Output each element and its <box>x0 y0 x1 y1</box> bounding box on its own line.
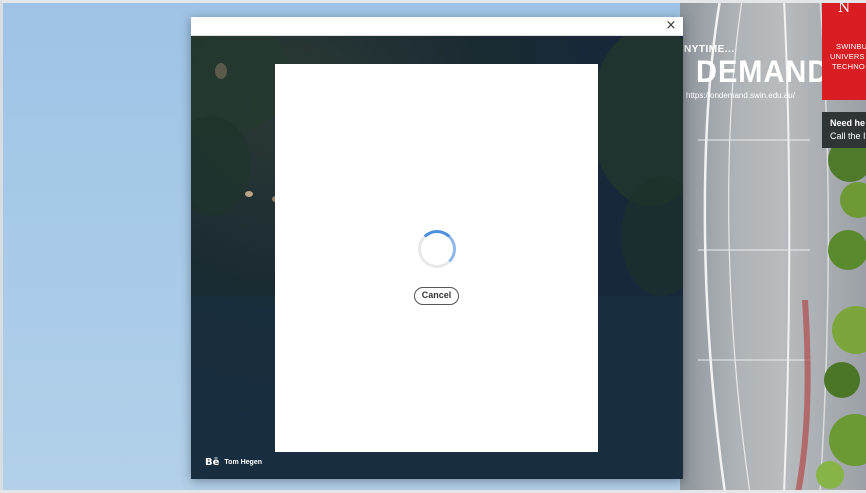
loading-panel: Cancel <box>275 64 598 452</box>
dialog-titlebar: × <box>191 17 683 36</box>
swin-line-1: SWINBU <box>836 42 866 51</box>
cancel-button[interactable]: Cancel <box>414 287 459 305</box>
dialog-background-image: Cancel Bē Tom Hegen <box>191 36 683 479</box>
behance-icon[interactable]: Bē <box>205 457 219 468</box>
swin-line-3: TECHNO <box>832 62 865 71</box>
credit-name[interactable]: Tom Hegen <box>224 459 262 466</box>
loading-spinner-icon <box>418 230 456 268</box>
help-title: Need he <box>830 118 866 128</box>
help-subtitle: Call the I <box>830 131 866 141</box>
swin-line-2: UNIVERS <box>830 52 865 61</box>
help-info-box: Need he Call the I <box>822 112 866 148</box>
swinburne-logo-badge: ˘N SWINBU UNIVERS TECHNO <box>822 0 866 100</box>
banner-url-text: https://ondemand.swin.edu.au/ <box>686 91 795 100</box>
banner-anytime-text: NYTIME... <box>684 44 735 55</box>
banner-demand-text: DEMAND <box>696 54 830 90</box>
swinburne-mark-icon: ˘N <box>828 0 854 16</box>
close-button[interactable]: × <box>663 18 679 34</box>
image-credit: Bē Tom Hegen <box>205 457 262 468</box>
sign-in-dialog: × Cancel Bē Tom Hegen <box>191 17 683 479</box>
